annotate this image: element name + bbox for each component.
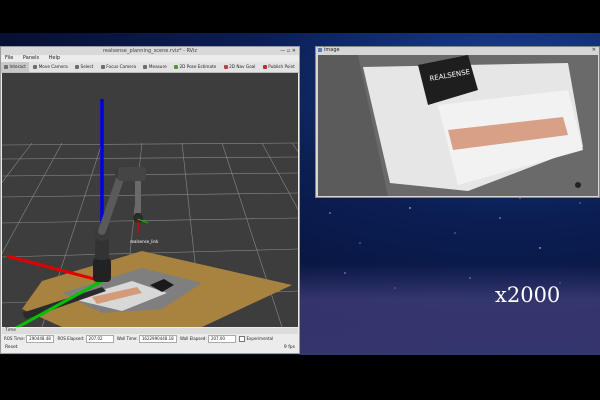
checkbox-box[interactable] (239, 336, 246, 342)
field-label: Wall Elapsed: (179, 336, 207, 341)
tool-bar: Interact Move Camera Select Focus Camera… (1, 62, 299, 73)
menu-file[interactable]: File (5, 55, 13, 61)
3d-viewport[interactable]: realsense_link (2, 73, 298, 327)
field-label: Wall Time: (116, 336, 138, 341)
tool-move-camera[interactable]: Move Camera (30, 62, 71, 72)
measure-icon (143, 65, 148, 69)
rviz-window[interactable]: realsense_planning_scene.rviz* - RViz — … (0, 46, 300, 354)
reset-button[interactable]: Reset (5, 344, 18, 352)
window-controls[interactable]: — ▫ ✕ (280, 48, 296, 54)
experimental-checkbox[interactable]: Experimental (239, 334, 273, 343)
interact-icon (4, 65, 8, 69)
fps-readout: 9 fps (283, 345, 295, 350)
tool-label: Focus Camera (106, 64, 137, 69)
image-window[interactable]: image ✕ REALSENSE (315, 46, 600, 198)
nav-goal-icon (223, 65, 228, 69)
move-camera-icon (33, 65, 38, 69)
image-window-title: image (324, 47, 340, 53)
wall-time-field: Wall Time: 1622990448.18 (117, 334, 177, 343)
wall-elapsed-value: 207.00 (207, 335, 236, 343)
time-panel: ROS Time: 290448.48 ROS Elapsed: 207.02 … (2, 334, 298, 343)
pose-estimate-icon (174, 65, 179, 69)
wall-elapsed-field: Wall Elapsed: 207.00 (180, 334, 236, 343)
ros-elapsed-value: 207.02 (85, 335, 114, 343)
robot-frame-label: realsense_link (130, 239, 159, 244)
tool-label: Select (80, 64, 94, 69)
tool-2d-pose-estimate[interactable]: 2D Pose Estimate (171, 62, 219, 72)
window-title: realsense_planning_scene.rviz* - RViz (1, 47, 299, 55)
tool-2d-nav-goal[interactable]: 2D Nav Goal (221, 62, 259, 72)
tool-label: 2D Pose Estimate (179, 64, 217, 69)
menu-help[interactable]: Help (49, 55, 60, 61)
status-bar: Reset 9 fps (2, 344, 298, 352)
publish-point-icon (262, 65, 267, 69)
ros-elapsed-field: ROS Elapsed: 207.02 (57, 334, 114, 343)
select-icon (75, 65, 80, 69)
tool-publish-point[interactable]: Publish Point (260, 62, 298, 72)
menu-bar: File Panels Help (1, 55, 299, 62)
tool-label: 2D Nav Goal (229, 64, 256, 69)
tool-select[interactable]: Select (72, 62, 96, 72)
ros-time-value: 290448.48 (26, 335, 55, 343)
tool-measure[interactable]: Measure (140, 62, 169, 72)
ros-time-field: ROS Time: 290448.48 (4, 334, 55, 343)
field-label: ROS Time: (4, 336, 25, 341)
clouds (300, 263, 600, 355)
tool-focus-camera[interactable]: Focus Camera (98, 62, 139, 72)
playback-speed-label: x2000 (495, 283, 561, 307)
tool-label: Move Camera (38, 64, 68, 69)
camera-image: REALSENSE (318, 55, 598, 196)
tool-interact[interactable]: Interact (1, 62, 29, 72)
tool-label: Publish Point (268, 64, 295, 69)
tool-label: Measure (148, 64, 167, 69)
focus-camera-icon (100, 65, 105, 69)
close-icon[interactable]: ✕ (592, 47, 596, 53)
field-label: ROS Elapsed: (57, 336, 85, 341)
tool-label: Interact (9, 64, 26, 69)
experimental-label: Experimental (246, 336, 274, 341)
menu-panels[interactable]: Panels (23, 55, 39, 61)
wall-time-value: 1622990448.18 (138, 335, 177, 343)
